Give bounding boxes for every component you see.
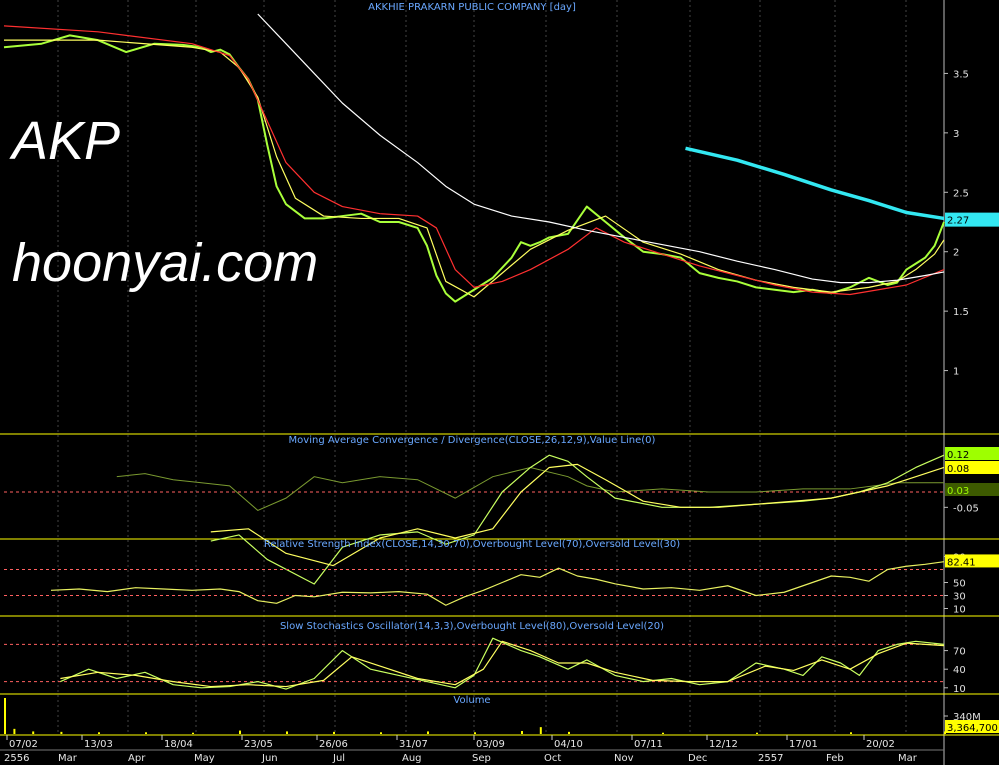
x-tick-label-date: 04/10 <box>554 739 583 750</box>
y-tick-label: 1 <box>953 367 959 378</box>
x-tick-label-date: 31/07 <box>399 739 428 750</box>
series-rsi <box>50 561 945 606</box>
volume-bar <box>662 732 664 734</box>
chart-title-stochastic: Slow Stochastics Oscillator(14,3,3),Over… <box>280 621 664 632</box>
volume-bar <box>756 732 758 734</box>
watermark-ticker: AKP <box>12 111 121 171</box>
y-tick-label: 10 <box>953 684 966 695</box>
panel-price: AKKHIE PRAKARN PUBLIC COMPANY [day] 3.5 3 2… <box>3 2 999 378</box>
volume-bar <box>850 732 852 734</box>
panel-separators <box>0 0 999 765</box>
y-tick-label: 3.5 <box>953 69 969 80</box>
x-tick-label-month: Nov <box>614 753 634 764</box>
x-tick-label-month: Mar <box>898 753 918 764</box>
chart-title-volume: Volume <box>453 695 490 706</box>
volume-bar <box>60 731 63 734</box>
volume-bar <box>145 732 147 734</box>
y-tick-label: 2.5 <box>953 188 969 199</box>
volume-bar <box>568 731 570 734</box>
y-tick-label: 2 <box>953 248 959 259</box>
y-tick-label: 50 <box>953 579 966 590</box>
x-tick-label-month: 2556 <box>4 753 29 764</box>
volume-bar <box>380 732 382 734</box>
x-tick-label-month: Dec <box>688 753 707 764</box>
x-tick-label-date: 12/12 <box>709 739 738 750</box>
watermark-site: hoonyai.com <box>12 233 319 293</box>
x-tick-label-month: 2557 <box>758 753 783 764</box>
value-badge-label: 0.03 <box>947 486 969 497</box>
volume-bar <box>521 731 523 734</box>
x-tick-label-date: 23/05 <box>244 739 273 750</box>
volume-bar <box>474 732 476 734</box>
series-histogram <box>116 466 944 511</box>
volume-bar <box>192 732 194 734</box>
y-tick-label: 10 <box>953 605 966 616</box>
x-tick-label-date: 07/02 <box>9 739 38 750</box>
chart-title-rsi: Relative Strength Index(CLOSE,14,30,70),… <box>264 539 680 550</box>
panel-stochastic: Slow Stochastics Oscillator(14,3,3),Over… <box>4 621 966 695</box>
y-tick-label: 1.5 <box>953 307 969 318</box>
volume-bar <box>427 731 429 734</box>
y-tick-label: -0.05 <box>953 503 979 514</box>
value-badge-label: 82.41 <box>947 557 976 568</box>
x-tick-label-month: Feb <box>826 753 844 764</box>
volume-bar <box>333 731 335 734</box>
series-signal <box>210 463 945 567</box>
x-tick-label-month: Jun <box>261 753 278 764</box>
chart-panels: AKKHIE PRAKARN PUBLIC COMPANY [day] 3.5 3 2… <box>3 2 999 734</box>
volume-bar <box>13 728 16 734</box>
x-tick-label-month: Oct <box>544 753 561 764</box>
chart-title-price: AKKHIE PRAKARN PUBLIC COMPANY [day] <box>368 2 576 13</box>
last-price-label: 2.27 <box>947 216 969 227</box>
volume-bar <box>98 732 100 734</box>
x-tick-label-date: 07/11 <box>634 739 663 750</box>
volume-bar <box>4 698 6 734</box>
value-badge-label: 0.08 <box>947 464 969 475</box>
y-tick-label: 70 <box>953 647 966 658</box>
chart-title-macd: Moving Average Convergence / Divergence(… <box>289 435 656 446</box>
series-macd <box>210 454 945 585</box>
x-tick-label-month: Mar <box>58 753 78 764</box>
volume-bar <box>239 730 241 734</box>
series-ma-long <box>257 13 945 284</box>
x-tick-label-date: 20/02 <box>866 739 895 750</box>
x-tick-label-month: Aug <box>402 753 422 764</box>
y-tick-label: 3 <box>953 129 959 140</box>
axis-labels: 07/02 13/03 18/04 23/05 26/06 31/07 03/09 04/10… <box>0 735 944 764</box>
x-tick-label-month: May <box>194 753 215 764</box>
x-tick-label-date: 17/01 <box>789 739 818 750</box>
x-tick-label-date: 03/09 <box>476 739 505 750</box>
series-%D <box>60 640 945 688</box>
panel-rsi: Relative Strength Index(CLOSE,14,30,70),… <box>4 539 999 616</box>
x-tick-label-month: Sep <box>472 753 491 764</box>
x-tick-label-month: Apr <box>128 753 146 764</box>
x-tick-label-date: 26/06 <box>319 739 348 750</box>
volume-bar <box>32 731 35 734</box>
y-tick-label: 40 <box>953 665 966 676</box>
value-badge-label: 3,364,700 <box>947 723 998 734</box>
value-badge-label: 0.12 <box>947 450 969 461</box>
x-tick-label-date: 13/03 <box>84 739 113 750</box>
x-tick-label-month: Jul <box>332 753 345 764</box>
chart-canvas: AKKHIE PRAKARN PUBLIC COMPANY [day] 3.5 3 2… <box>0 0 999 765</box>
panel-macd: Moving Average Convergence / Divergence(… <box>4 435 999 585</box>
series-trend-line <box>685 146 945 221</box>
panel-volume: Volume340M3,364,700 <box>4 695 999 734</box>
x-tick-label-date: 18/04 <box>164 739 193 750</box>
volume-bar <box>286 731 288 734</box>
y-tick-label: 30 <box>953 592 966 603</box>
volume-bar <box>539 727 542 734</box>
